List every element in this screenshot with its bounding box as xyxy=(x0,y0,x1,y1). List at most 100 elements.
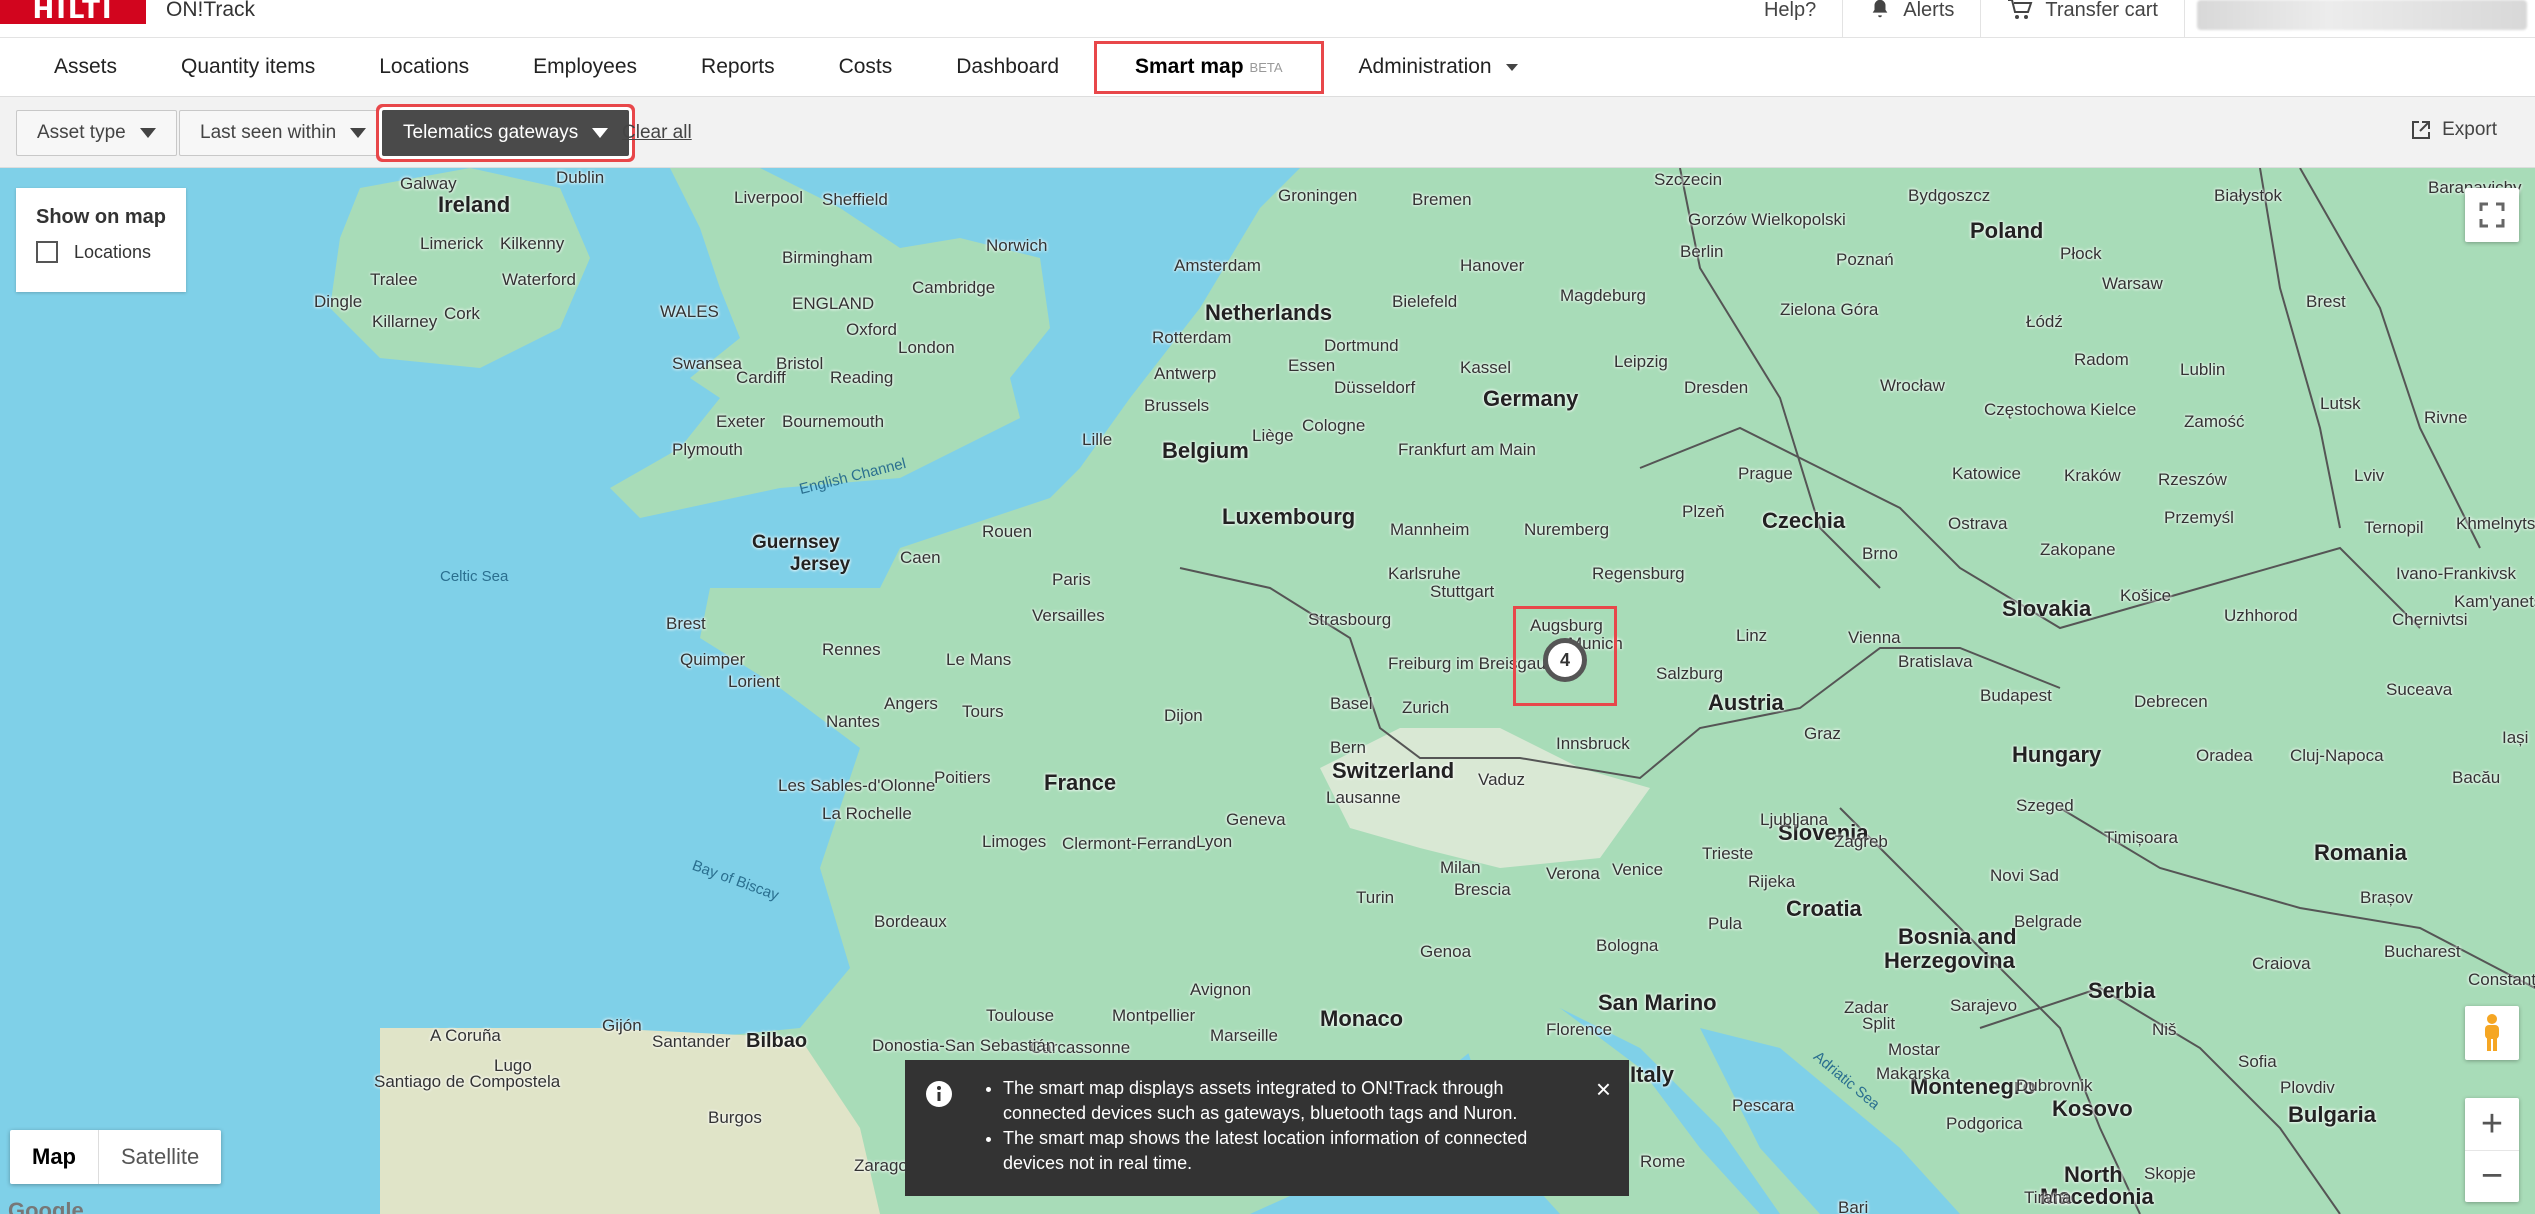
city-label: Düsseldorf xyxy=(1334,378,1416,397)
city-label: Tours xyxy=(962,702,1004,721)
city-label: Salzburg xyxy=(1656,664,1724,683)
show-on-map-title: Show on map xyxy=(36,206,166,228)
tab-employees[interactable]: Employees xyxy=(501,38,669,97)
tab-costs[interactable]: Costs xyxy=(807,38,925,97)
city-label: Tralee xyxy=(370,270,418,289)
export-button[interactable]: Export xyxy=(2410,119,2497,141)
info-line: The smart map shows the latest location … xyxy=(1003,1126,1555,1176)
city-label: Swansea xyxy=(672,354,742,373)
city-label: Verona xyxy=(1546,864,1600,883)
street-view-pegman[interactable] xyxy=(2465,1006,2519,1060)
city-label: Ostrava xyxy=(1948,514,2008,533)
city-label: Nantes xyxy=(826,712,880,731)
city-label: Bielefeld xyxy=(1392,292,1458,311)
tab-administration[interactable]: Administration xyxy=(1327,38,1550,97)
locations-toggle[interactable]: Locations xyxy=(36,241,166,263)
city-label: Brno xyxy=(1862,544,1898,563)
asset-type-filter[interactable]: Asset type xyxy=(16,110,177,156)
city-label: Prague xyxy=(1738,464,1793,483)
city-label: Dublin xyxy=(556,168,605,187)
city-label: Budapest xyxy=(1980,686,2052,705)
city-label: Brașov xyxy=(2360,888,2413,907)
city-label: Warsaw xyxy=(2102,274,2163,293)
city-label: Cardiff xyxy=(736,368,786,387)
city-label: A Coruña xyxy=(430,1026,501,1045)
city-label: Galway xyxy=(400,174,457,193)
city-label: Plovdiv xyxy=(2280,1078,2335,1097)
tab-smart-map[interactable]: Smart map BETA xyxy=(1091,38,1327,97)
city-label: Frankfurt am Main xyxy=(1398,440,1536,459)
last-seen-label: Last seen within xyxy=(200,122,337,143)
map-type-satellite[interactable]: Satellite xyxy=(99,1130,221,1184)
country-label: Hungary xyxy=(2012,742,2102,767)
city-label: Stuttgart xyxy=(1430,582,1495,601)
city-label: Debrecen xyxy=(2134,692,2208,711)
info-line: The smart map displays assets integrated… xyxy=(1003,1076,1555,1126)
city-label: Dubrovnik xyxy=(2016,1076,2093,1095)
city-label: Gijón xyxy=(602,1016,642,1035)
city-label: Zagreb xyxy=(1834,832,1888,851)
city-label: Karlsruhe xyxy=(1388,564,1461,583)
city-label: Limerick xyxy=(420,234,484,253)
city-label: Groningen xyxy=(1278,186,1358,205)
city-label: Reading xyxy=(830,368,894,387)
tab-assets[interactable]: Assets xyxy=(22,38,149,97)
info-toast: The smart map displays assets integrated… xyxy=(905,1060,1629,1196)
info-list: The smart map displays assets integrated… xyxy=(975,1076,1555,1180)
transfer-cart-label: Transfer cart xyxy=(2045,0,2158,21)
clear-all-link[interactable]: Clear all xyxy=(622,122,692,144)
city-label: Uzhhorod xyxy=(2224,606,2298,625)
city-label: Bucharest xyxy=(2384,942,2461,961)
city-label: Clermont-Ferrand xyxy=(1062,834,1197,853)
city-label: Mostar xyxy=(1888,1040,1940,1059)
city-label: Bacău xyxy=(2452,768,2501,787)
city-label: Iași xyxy=(2502,728,2529,747)
city-label: Geneva xyxy=(1226,810,1286,829)
city-label: Bern xyxy=(1330,738,1366,757)
transfer-cart-link[interactable]: Transfer cart xyxy=(1981,0,2185,38)
tab-reports[interactable]: Reports xyxy=(669,38,807,97)
city-label: Rivne xyxy=(2424,408,2468,427)
telematics-gateways-filter[interactable]: Telematics gateways xyxy=(382,110,630,156)
city-label: Angers xyxy=(884,694,938,713)
city-label: Lublin xyxy=(2180,360,2226,379)
country-label: Switzerland xyxy=(1332,758,1455,783)
tab-quantity-items[interactable]: Quantity items xyxy=(149,38,347,97)
fullscreen-button[interactable] xyxy=(2465,188,2519,242)
city-label: Santiago de Compostela xyxy=(374,1072,561,1091)
city-label: Cologne xyxy=(1302,416,1366,435)
city-label: Bilbao xyxy=(746,1030,808,1052)
city-label: Dingle xyxy=(314,292,363,311)
help-link[interactable]: Help? xyxy=(1738,0,1844,38)
country-label: Herzegovina xyxy=(1884,948,2015,973)
zoom-in-button[interactable]: + xyxy=(2465,1098,2519,1150)
city-label: Niš xyxy=(2152,1020,2177,1039)
top-bar: HILTI ON!Track Help? Alerts Transfer car… xyxy=(0,0,2535,38)
city-label: Częstochowa xyxy=(1984,400,2087,419)
city-label: Les Sables-d'Olonne xyxy=(778,776,936,795)
city-label: Tirana xyxy=(2024,1188,2072,1207)
city-label: Burgos xyxy=(708,1108,762,1127)
city-label: Zurich xyxy=(1402,698,1450,717)
app-name: ON!Track xyxy=(166,0,256,21)
country-label: Monaco xyxy=(1320,1006,1404,1031)
city-label: Cambridge xyxy=(912,278,996,297)
smart-map-canvas[interactable]: Ireland Poland Netherlands Germany Belgi… xyxy=(0,168,2535,1214)
city-label: Strasbourg xyxy=(1308,610,1392,629)
close-icon[interactable]: × xyxy=(1596,1074,1611,1105)
asset-cluster-marker[interactable]: 4 xyxy=(1543,638,1587,682)
user-account-blurred[interactable] xyxy=(2197,0,2527,30)
hilti-logo[interactable]: HILTI xyxy=(0,0,146,24)
city-label: Timișoara xyxy=(2104,828,2178,847)
country-label: Kosovo xyxy=(2052,1096,2133,1121)
zoom-out-button[interactable]: − xyxy=(2465,1150,2519,1202)
alerts-link[interactable]: Alerts xyxy=(1843,0,1982,38)
city-label: Genoa xyxy=(1420,942,1472,961)
locations-checkbox[interactable] xyxy=(36,241,58,263)
tab-dashboard[interactable]: Dashboard xyxy=(924,38,1091,97)
map-type-map[interactable]: Map xyxy=(10,1130,99,1184)
last-seen-filter[interactable]: Last seen within xyxy=(179,110,388,156)
country-label: Bosnia and xyxy=(1898,924,2017,949)
city-label: Khmelnytskyi xyxy=(2456,514,2535,533)
tab-locations[interactable]: Locations xyxy=(347,38,501,97)
